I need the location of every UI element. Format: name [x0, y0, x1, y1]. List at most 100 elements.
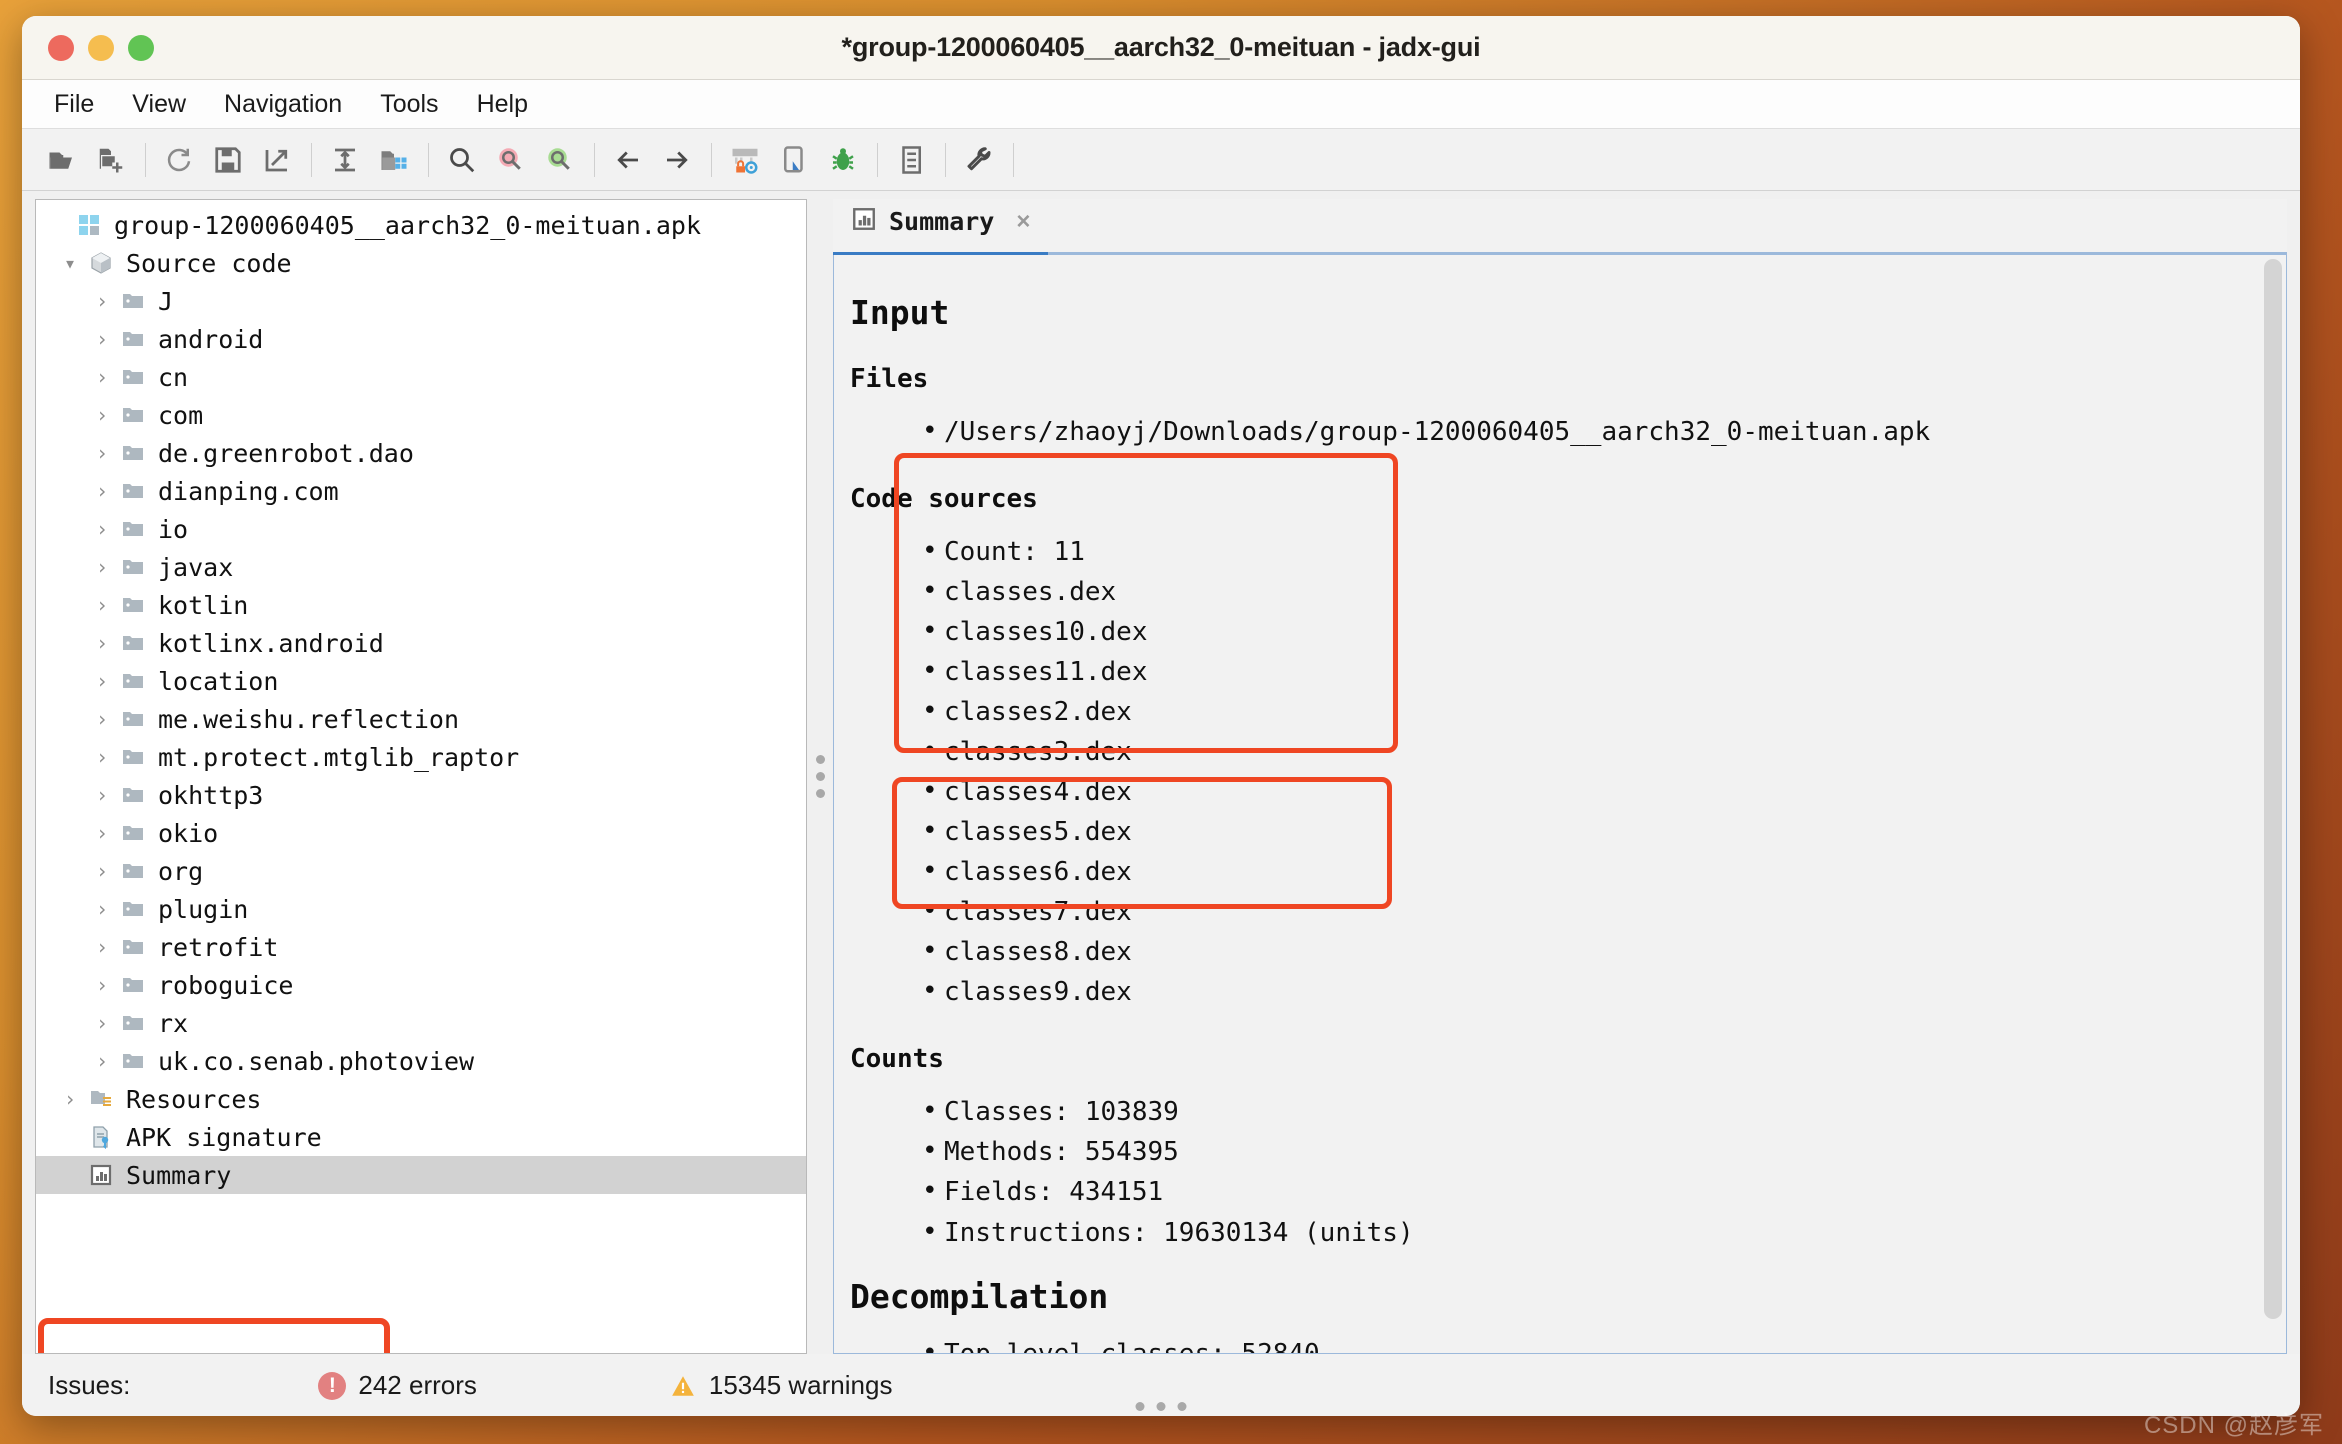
chevron-right-icon[interactable]: ›: [88, 327, 116, 351]
chevron-right-icon[interactable]: ›: [88, 973, 116, 997]
error-count-label: 242 errors: [358, 1370, 477, 1400]
tree-node-summary[interactable]: Summary: [36, 1156, 806, 1194]
tree-node-package[interactable]: › dianping.com: [36, 472, 806, 510]
tree-node-source-code[interactable]: ▾ Source code: [36, 244, 806, 282]
chevron-right-icon[interactable]: ›: [88, 783, 116, 807]
chevron-right-icon[interactable]: ›: [88, 441, 116, 465]
add-files-icon[interactable]: [87, 137, 134, 183]
tree-node-apk-root[interactable]: group-1200060405__aarch32_0-meituan.apk: [36, 206, 806, 244]
chevron-right-icon[interactable]: ›: [88, 897, 116, 921]
tree-node-package[interactable]: › plugin: [36, 890, 806, 928]
search-icon[interactable]: [438, 137, 485, 183]
tree-node-package[interactable]: › retrofit: [36, 928, 806, 966]
tree-node-package[interactable]: › okhttp3: [36, 776, 806, 814]
debugger-icon[interactable]: [819, 137, 866, 183]
count-item: Methods: 554395: [922, 1131, 2260, 1172]
tree-node-package[interactable]: › de.greenrobot.dao: [36, 434, 806, 472]
chevron-right-icon[interactable]: ›: [88, 631, 116, 655]
folder-icon: [116, 897, 150, 921]
chevron-right-icon[interactable]: ›: [88, 1049, 116, 1073]
panel-splitter[interactable]: [807, 199, 833, 1354]
tree-node-package[interactable]: › location: [36, 662, 806, 700]
summary-content: Input Files /Users/zhaoyj/Downloads/grou…: [834, 255, 2260, 1353]
folder-icon: [116, 593, 150, 617]
log-viewer-icon[interactable]: [887, 137, 934, 183]
tree-node-apk-signature[interactable]: APK signature: [36, 1118, 806, 1156]
flat-packages-icon[interactable]: [370, 137, 417, 183]
chevron-down-icon[interactable]: ▾: [56, 251, 84, 275]
code-source-item: classes.dex: [922, 571, 2260, 612]
chevron-right-icon[interactable]: ›: [88, 403, 116, 427]
chevron-right-icon[interactable]: ›: [88, 289, 116, 313]
sync-icon[interactable]: [321, 137, 368, 183]
tree-node-package[interactable]: › android: [36, 320, 806, 358]
folder-icon: [116, 821, 150, 845]
tree-node-package[interactable]: › me.weishu.reflection: [36, 700, 806, 738]
export-gradle-icon[interactable]: [253, 137, 300, 183]
content-scrollbar[interactable]: [2260, 255, 2286, 1353]
tree-node-package[interactable]: › kotlinx.android: [36, 624, 806, 662]
code-source-item: classes8.dex: [922, 931, 2260, 972]
warning-count-item[interactable]: 15345 warnings: [669, 1370, 892, 1401]
tab-summary[interactable]: Summary ×: [833, 199, 1049, 255]
chevron-right-icon[interactable]: ›: [56, 1087, 84, 1111]
open-file-icon[interactable]: [38, 137, 85, 183]
decompilation-heading: Decompilation: [850, 1276, 1109, 1316]
tree-node-package[interactable]: › okio: [36, 814, 806, 852]
tree-node-package[interactable]: › cn: [36, 358, 806, 396]
chevron-right-icon[interactable]: ›: [88, 555, 116, 579]
tree-node-label: Summary: [126, 1160, 232, 1190]
menu-navigation[interactable]: Navigation: [210, 86, 356, 123]
scrollbar-thumb[interactable]: [2264, 259, 2282, 1319]
chevron-right-icon[interactable]: ›: [88, 365, 116, 389]
window-title: *group-1200060405__aarch32_0-meituan - j…: [841, 32, 1481, 62]
toolbar-separator: [428, 142, 429, 177]
chevron-right-icon[interactable]: ›: [88, 593, 116, 617]
search-comment-icon[interactable]: [536, 137, 583, 183]
reload-icon[interactable]: [155, 137, 202, 183]
search-class-icon[interactable]: [487, 137, 534, 183]
window-resize-grip[interactable]: [1135, 1402, 1187, 1411]
menu-view[interactable]: View: [118, 86, 200, 123]
chevron-right-icon[interactable]: ›: [88, 707, 116, 731]
tree-node-package[interactable]: › roboguice: [36, 966, 806, 1004]
chevron-right-icon[interactable]: ›: [88, 669, 116, 693]
chevron-right-icon[interactable]: ›: [88, 859, 116, 883]
chevron-right-icon[interactable]: ›: [88, 479, 116, 503]
chevron-right-icon[interactable]: ›: [88, 1011, 116, 1035]
menu-file[interactable]: File: [40, 86, 108, 123]
tree-node-package[interactable]: › rx: [36, 1004, 806, 1042]
chevron-right-icon[interactable]: ›: [88, 745, 116, 769]
tree-node-package[interactable]: › mt.protect.mtglib_raptor: [36, 738, 806, 776]
tree-node-package[interactable]: › io: [36, 510, 806, 548]
tree-node-package[interactable]: › uk.co.senab.photoview: [36, 1042, 806, 1080]
preferences-icon[interactable]: [955, 137, 1002, 183]
toolbar-separator: [311, 142, 312, 177]
chevron-right-icon[interactable]: ›: [88, 821, 116, 845]
project-tree-panel[interactable]: group-1200060405__aarch32_0-meituan.apk …: [35, 199, 807, 1354]
tree-node-package[interactable]: › J: [36, 282, 806, 320]
forward-arrow-icon[interactable]: [653, 137, 700, 183]
chevron-right-icon[interactable]: ›: [88, 935, 116, 959]
tree-node-package[interactable]: › org: [36, 852, 806, 890]
tree-node-package[interactable]: › com: [36, 396, 806, 434]
menu-tools[interactable]: Tools: [366, 86, 452, 123]
chevron-right-icon[interactable]: ›: [88, 517, 116, 541]
save-all-icon[interactable]: [204, 137, 251, 183]
folder-icon: [116, 745, 150, 769]
error-count-item[interactable]: ! 242 errors: [318, 1370, 477, 1401]
tree-node-package[interactable]: › kotlin: [36, 586, 806, 624]
menu-help[interactable]: Help: [463, 86, 542, 123]
quark-icon[interactable]: [770, 137, 817, 183]
deobfuscation-icon[interactable]: [721, 137, 768, 183]
tree-node-label: rx: [158, 1008, 189, 1038]
code-source-item: classes4.dex: [922, 771, 2260, 812]
folder-icon: [116, 555, 150, 579]
back-arrow-icon[interactable]: [604, 137, 651, 183]
tree-node-resources[interactable]: › Resources: [36, 1080, 806, 1118]
file-path-item: /Users/zhaoyj/Downloads/group-1200060405…: [922, 411, 2260, 452]
apk-package-icon: [72, 213, 106, 237]
resources-folder-icon: [84, 1087, 118, 1111]
tree-node-package[interactable]: › javax: [36, 548, 806, 586]
close-icon[interactable]: ×: [1006, 208, 1030, 236]
